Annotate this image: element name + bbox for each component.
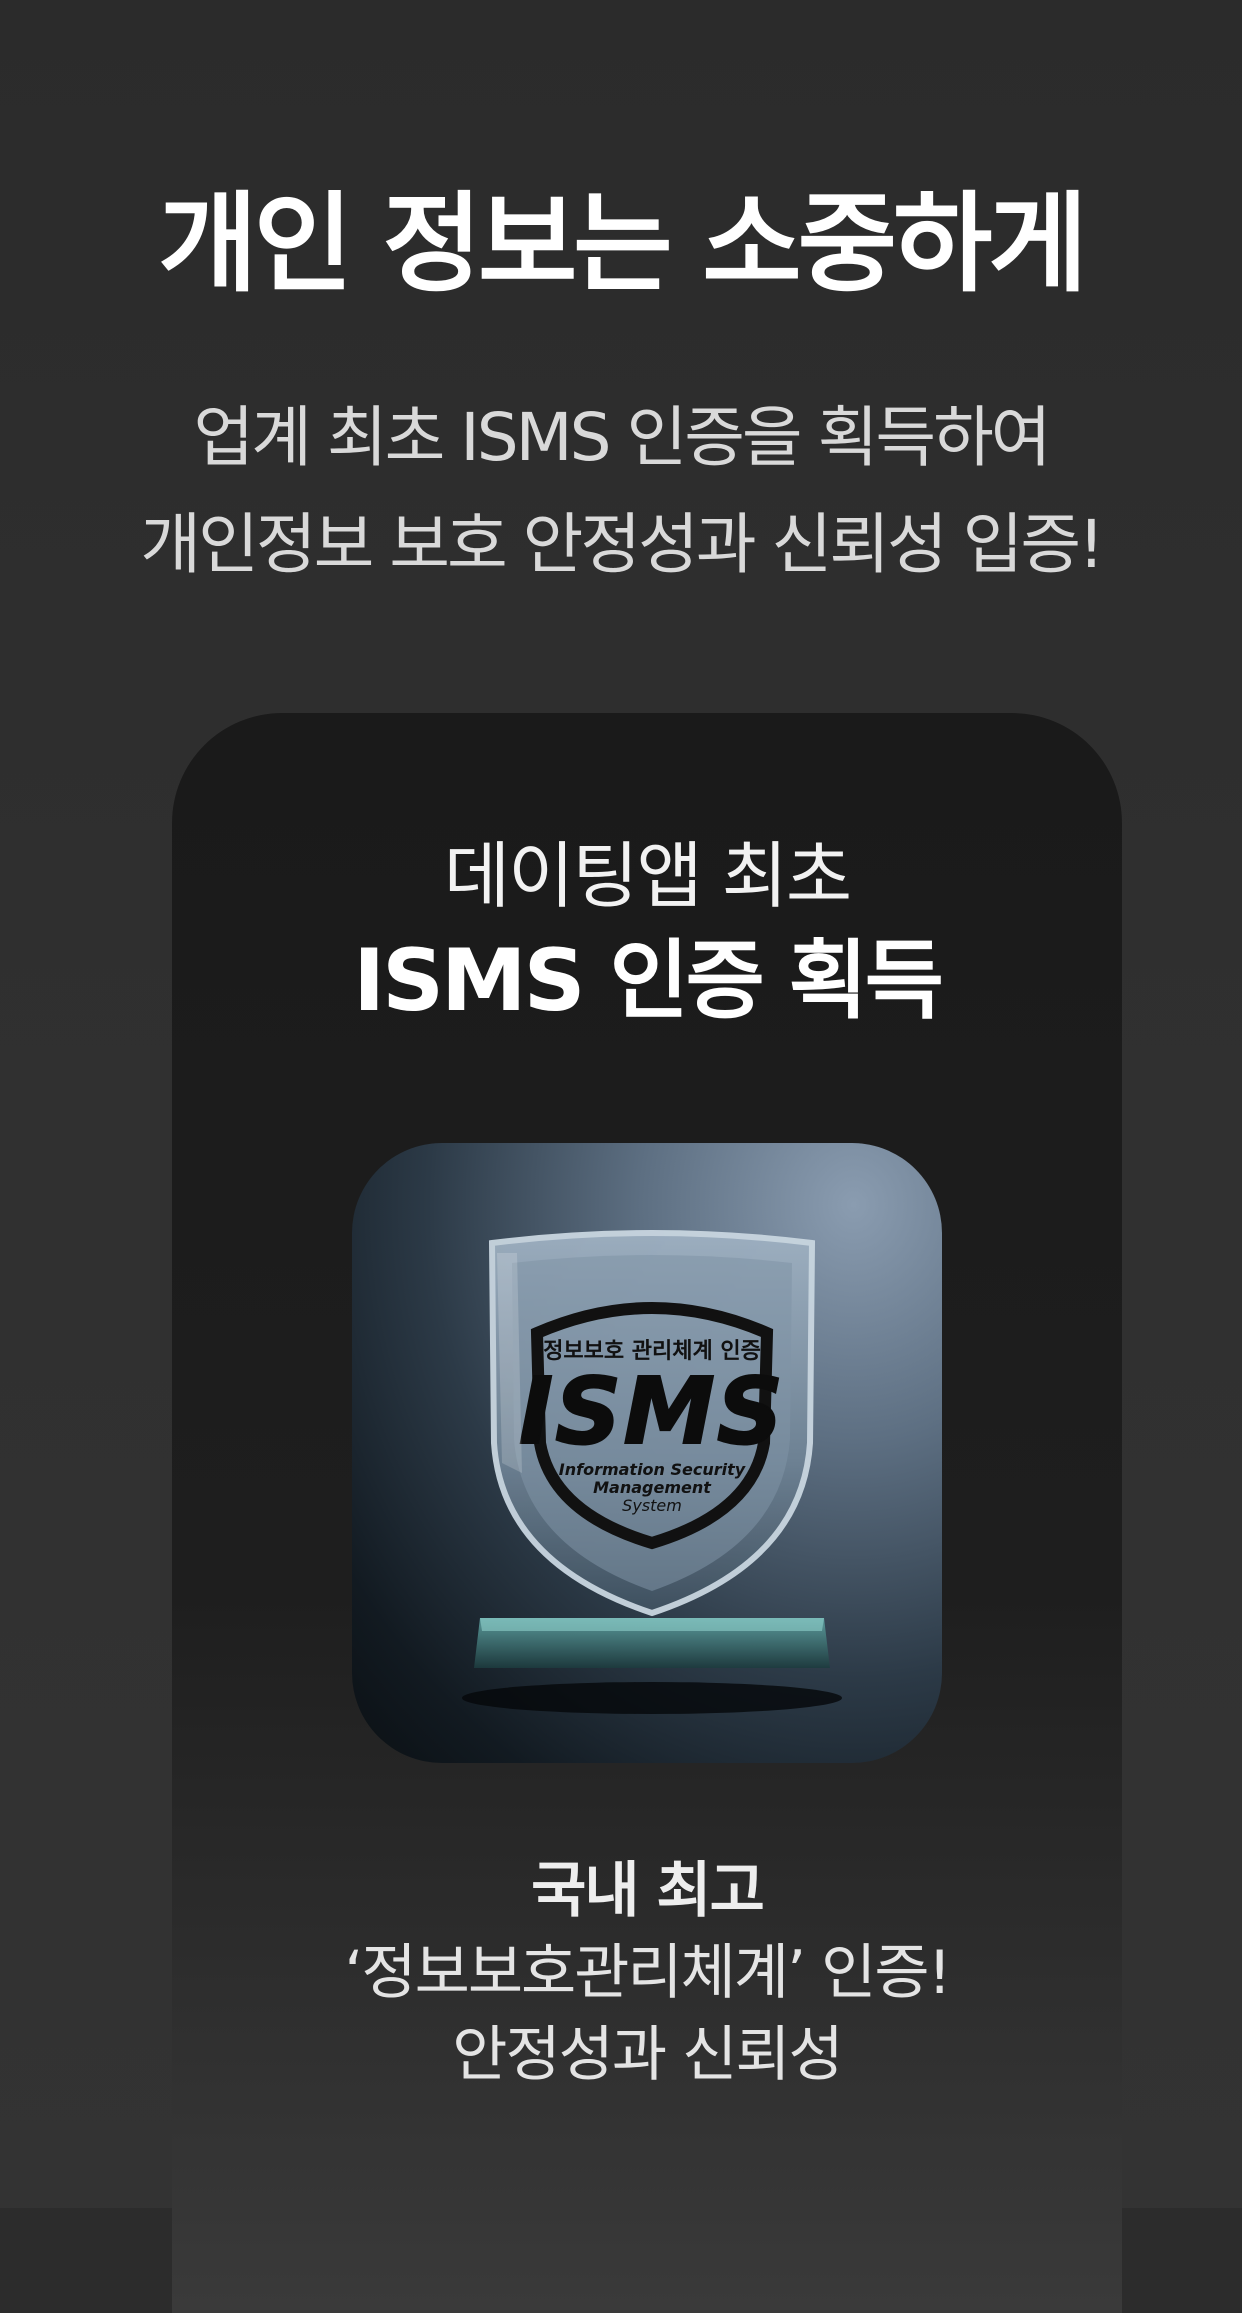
isms-trophy-image: 정보보호 관리체계 인증 ISMS Information Security M… — [352, 1143, 942, 1763]
svg-text:System: System — [622, 1496, 682, 1515]
isms-card: 데이팅앱 최초 ISMS 인증 획득 정보보호 관리체계 인증 ISMS Inf… — [172, 713, 1122, 2313]
card-title: ISMS 인증 획득 — [353, 931, 944, 1031]
card-kicker: 데이팅앱 최초 — [443, 834, 852, 918]
page-title: 개인 정보는 소중하게 — [158, 182, 1087, 307]
card-footer-line1: ‘정보보호관리체계’ 인증! — [344, 1938, 951, 2008]
svg-text:Information Security: Information Security — [559, 1460, 746, 1479]
card-footer-heading: 국내 최고 — [531, 1856, 765, 1926]
page-subtitle-line1: 업계 최초 ISMS 인증을 획득하여 — [193, 399, 1051, 476]
svg-text:ISMS: ISMS — [519, 1358, 785, 1465]
promo-page: 개인 정보는 소중하게 업계 최초 ISMS 인증을 획득하여 개인정보 보호 … — [0, 0, 1242, 2313]
isms-trophy-icon: 정보보호 관리체계 인증 ISMS Information Security M… — [462, 1230, 842, 1714]
page-subtitle-line2: 개인정보 보호 안정성과 신뢰성 입증! — [140, 506, 1104, 583]
svg-text:Management: Management — [593, 1478, 712, 1497]
card-footer-line2: 안정성과 신뢰성 — [452, 2020, 843, 2090]
